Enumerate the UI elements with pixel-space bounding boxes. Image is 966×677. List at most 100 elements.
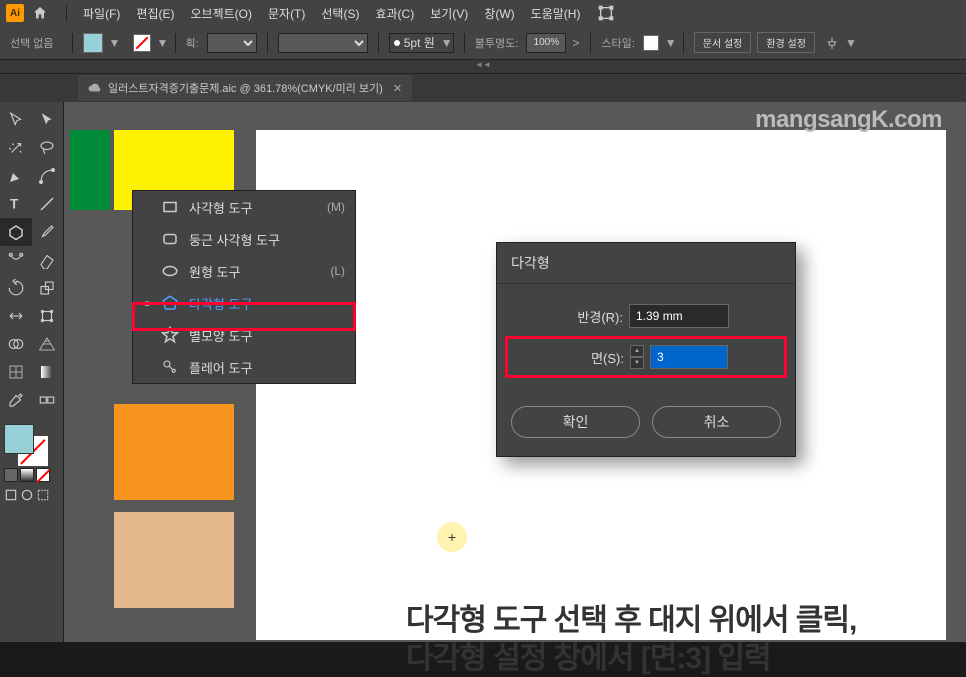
- svg-text:T: T: [10, 197, 19, 212]
- tan-rect: [114, 512, 234, 608]
- color-swatch[interactable]: [4, 468, 18, 482]
- stroke-label: 획:: [186, 35, 199, 51]
- separator: [66, 5, 67, 21]
- doc-setup-button[interactable]: 문서 설정: [694, 32, 752, 53]
- instruction-text: 다각형 도구 선택 후 대지 위에서 클릭, 다각형 설정 창에서 [면:3] …: [406, 602, 856, 677]
- radius-row: 반경(R):: [511, 304, 781, 328]
- pin-icon[interactable]: [825, 36, 839, 50]
- flyout-label: 둥근 사각형 도구: [189, 230, 335, 249]
- screen-mode-icons: [0, 484, 63, 506]
- fill-color-box[interactable]: [4, 424, 34, 454]
- flyout-polygon-tool[interactable]: ■ 다각형 도구: [133, 287, 355, 319]
- flyout-ellipse-tool[interactable]: 원형 도구 (L): [133, 255, 355, 287]
- polygon-icon: [161, 294, 179, 312]
- menu-help[interactable]: 도움말(H): [523, 5, 589, 22]
- eraser-tool[interactable]: [32, 246, 64, 274]
- main-area: T: [0, 102, 966, 642]
- curvature-tool[interactable]: [32, 162, 64, 190]
- document-tab[interactable]: 일러스트자격증기출문제.aic @ 361.78%(CMYK/미리 보기) ✕: [78, 75, 412, 101]
- menu-window[interactable]: 창(W): [476, 5, 522, 22]
- flyout-flare-tool[interactable]: 플레어 도구: [133, 351, 355, 383]
- eyedropper-tool[interactable]: [0, 386, 32, 414]
- ok-button[interactable]: 확인: [511, 406, 640, 438]
- cancel-button[interactable]: 취소: [652, 406, 781, 438]
- gradient-tool[interactable]: [32, 358, 64, 386]
- shaper-tool[interactable]: [0, 246, 32, 274]
- sides-label: 면(S):: [564, 348, 624, 367]
- title-bar: Ai 파일(F) 편집(E) 오브젝트(O) 문자(T) 선택(S) 효과(C)…: [0, 0, 966, 26]
- sides-input[interactable]: [650, 345, 728, 369]
- shape-builder-tool[interactable]: [0, 330, 32, 358]
- rounded-rectangle-icon: [161, 230, 179, 248]
- more-dropdown[interactable]: ▼: [845, 36, 853, 50]
- canvas-area[interactable]: mangsangK.com 사각형 도구 (M) 둥근 사각형 도구: [64, 102, 966, 642]
- fill-swatch[interactable]: [83, 33, 103, 53]
- gradient-swatch[interactable]: [20, 468, 34, 482]
- stroke-dropdown[interactable]: ▼: [157, 36, 165, 50]
- control-bar: 선택 없음 ▼ ▼ 획: 5pt 원 ▼ 불투명도: > 스타일: ▼ 문서 설…: [0, 26, 966, 60]
- menu-file[interactable]: 파일(F): [75, 5, 128, 22]
- menu-select[interactable]: 선택(S): [313, 5, 367, 22]
- flyout-rounded-rectangle-tool[interactable]: 둥근 사각형 도구: [133, 223, 355, 255]
- paintbrush-tool[interactable]: [32, 218, 64, 246]
- sides-step-down[interactable]: ▼: [630, 357, 644, 369]
- opacity-dropdown[interactable]: >: [572, 36, 580, 50]
- brush-label: 5pt 원: [404, 34, 435, 51]
- flare-icon: [161, 358, 179, 376]
- flyout-rectangle-tool[interactable]: 사각형 도구 (M): [133, 191, 355, 223]
- flyout-shortcut: (M): [327, 200, 345, 214]
- direct-selection-tool[interactable]: [32, 106, 64, 134]
- menu-object[interactable]: 오브젝트(O): [182, 5, 260, 22]
- menu-edit[interactable]: 편집(E): [128, 5, 182, 22]
- pen-tool[interactable]: [0, 162, 32, 190]
- scale-tool[interactable]: [32, 274, 64, 302]
- stroke-swatch[interactable]: [133, 34, 151, 52]
- sides-stepper[interactable]: ▲ ▼: [630, 345, 644, 369]
- flyout-star-tool[interactable]: 별모양 도구: [133, 319, 355, 351]
- opacity-input[interactable]: [526, 33, 566, 53]
- opacity-label: 불투명도:: [475, 35, 519, 51]
- blend-tool[interactable]: [32, 386, 64, 414]
- type-tool[interactable]: T: [0, 190, 32, 218]
- profile-select[interactable]: [278, 33, 368, 53]
- line-segment-tool[interactable]: [32, 190, 64, 218]
- brush-select[interactable]: 5pt 원 ▼: [389, 33, 454, 53]
- selection-tool[interactable]: [0, 106, 32, 134]
- flyout-shortcut: (L): [330, 264, 345, 278]
- draw-behind-icon[interactable]: [20, 488, 34, 502]
- watermark-text: mangsangK.com: [755, 106, 942, 134]
- instruction-line-1: 다각형 도구 선택 후 대지 위에서 클릭,: [406, 602, 856, 640]
- shape-tool-flyout: 사각형 도구 (M) 둥근 사각형 도구 원형 도구 (L) ■ 다각형 도구: [132, 190, 356, 384]
- menu-effect[interactable]: 효과(C): [367, 5, 422, 22]
- free-transform-tool[interactable]: [32, 302, 64, 330]
- orange-rect: [114, 404, 234, 500]
- home-icon[interactable]: [32, 5, 48, 21]
- perspective-grid-tool[interactable]: [32, 330, 64, 358]
- rotate-tool[interactable]: [0, 274, 32, 302]
- draw-inside-icon[interactable]: [36, 488, 50, 502]
- flyout-label: 플레어 도구: [189, 358, 335, 377]
- style-swatch[interactable]: [643, 35, 659, 51]
- sides-step-up[interactable]: ▲: [630, 345, 644, 357]
- none-swatch[interactable]: [36, 468, 50, 482]
- collapse-handle[interactable]: ◄◄: [0, 60, 966, 74]
- menu-type[interactable]: 문자(T): [260, 5, 313, 22]
- document-tab-label: 일러스트자격증기출문제.aic @ 361.78%(CMYK/미리 보기): [108, 80, 383, 96]
- rectangle-tool[interactable]: [0, 218, 32, 246]
- env-setup-button[interactable]: 환경 설정: [757, 32, 815, 53]
- magic-wand-tool[interactable]: [0, 134, 32, 162]
- width-tool[interactable]: [0, 302, 32, 330]
- lasso-tool[interactable]: [32, 134, 64, 162]
- green-rect: [70, 130, 110, 210]
- fill-stroke-indicator[interactable]: [0, 422, 63, 466]
- mesh-tool[interactable]: [0, 358, 32, 386]
- tab-close-button[interactable]: ✕: [393, 82, 402, 95]
- artboard-icon[interactable]: [598, 5, 614, 21]
- fill-dropdown[interactable]: ▼: [109, 36, 117, 50]
- draw-normal-icon[interactable]: [4, 488, 18, 502]
- dialog-title: 다각형: [497, 243, 795, 284]
- style-dropdown[interactable]: ▼: [665, 36, 673, 50]
- stroke-weight-select[interactable]: [207, 33, 257, 53]
- menu-view[interactable]: 보기(V): [422, 5, 476, 22]
- radius-input[interactable]: [629, 304, 729, 328]
